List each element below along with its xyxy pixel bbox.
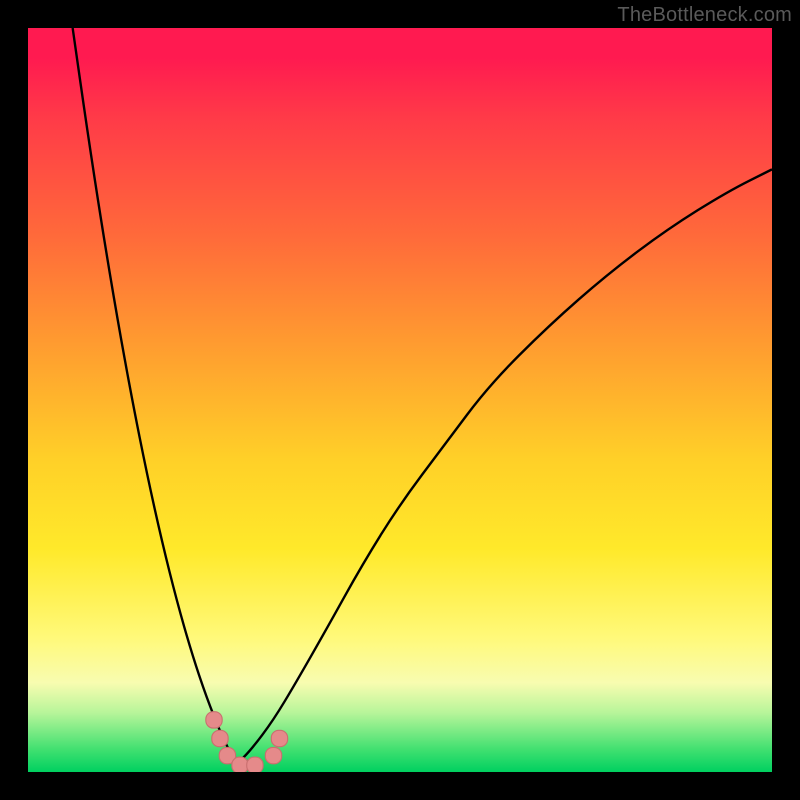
curve-marker <box>206 712 222 728</box>
chart-frame: TheBottleneck.com <box>0 0 800 800</box>
curve-group <box>73 28 772 765</box>
marker-group <box>206 712 288 772</box>
curve-marker <box>232 757 248 772</box>
curve-marker <box>212 730 228 746</box>
curve-marker <box>265 747 281 763</box>
watermark-text: TheBottleneck.com <box>617 4 792 27</box>
plot-area <box>28 28 772 772</box>
left-curve <box>73 28 237 765</box>
curve-marker <box>247 757 263 772</box>
right-curve <box>236 169 772 764</box>
chart-overlay <box>28 28 772 772</box>
curve-marker <box>271 730 287 746</box>
